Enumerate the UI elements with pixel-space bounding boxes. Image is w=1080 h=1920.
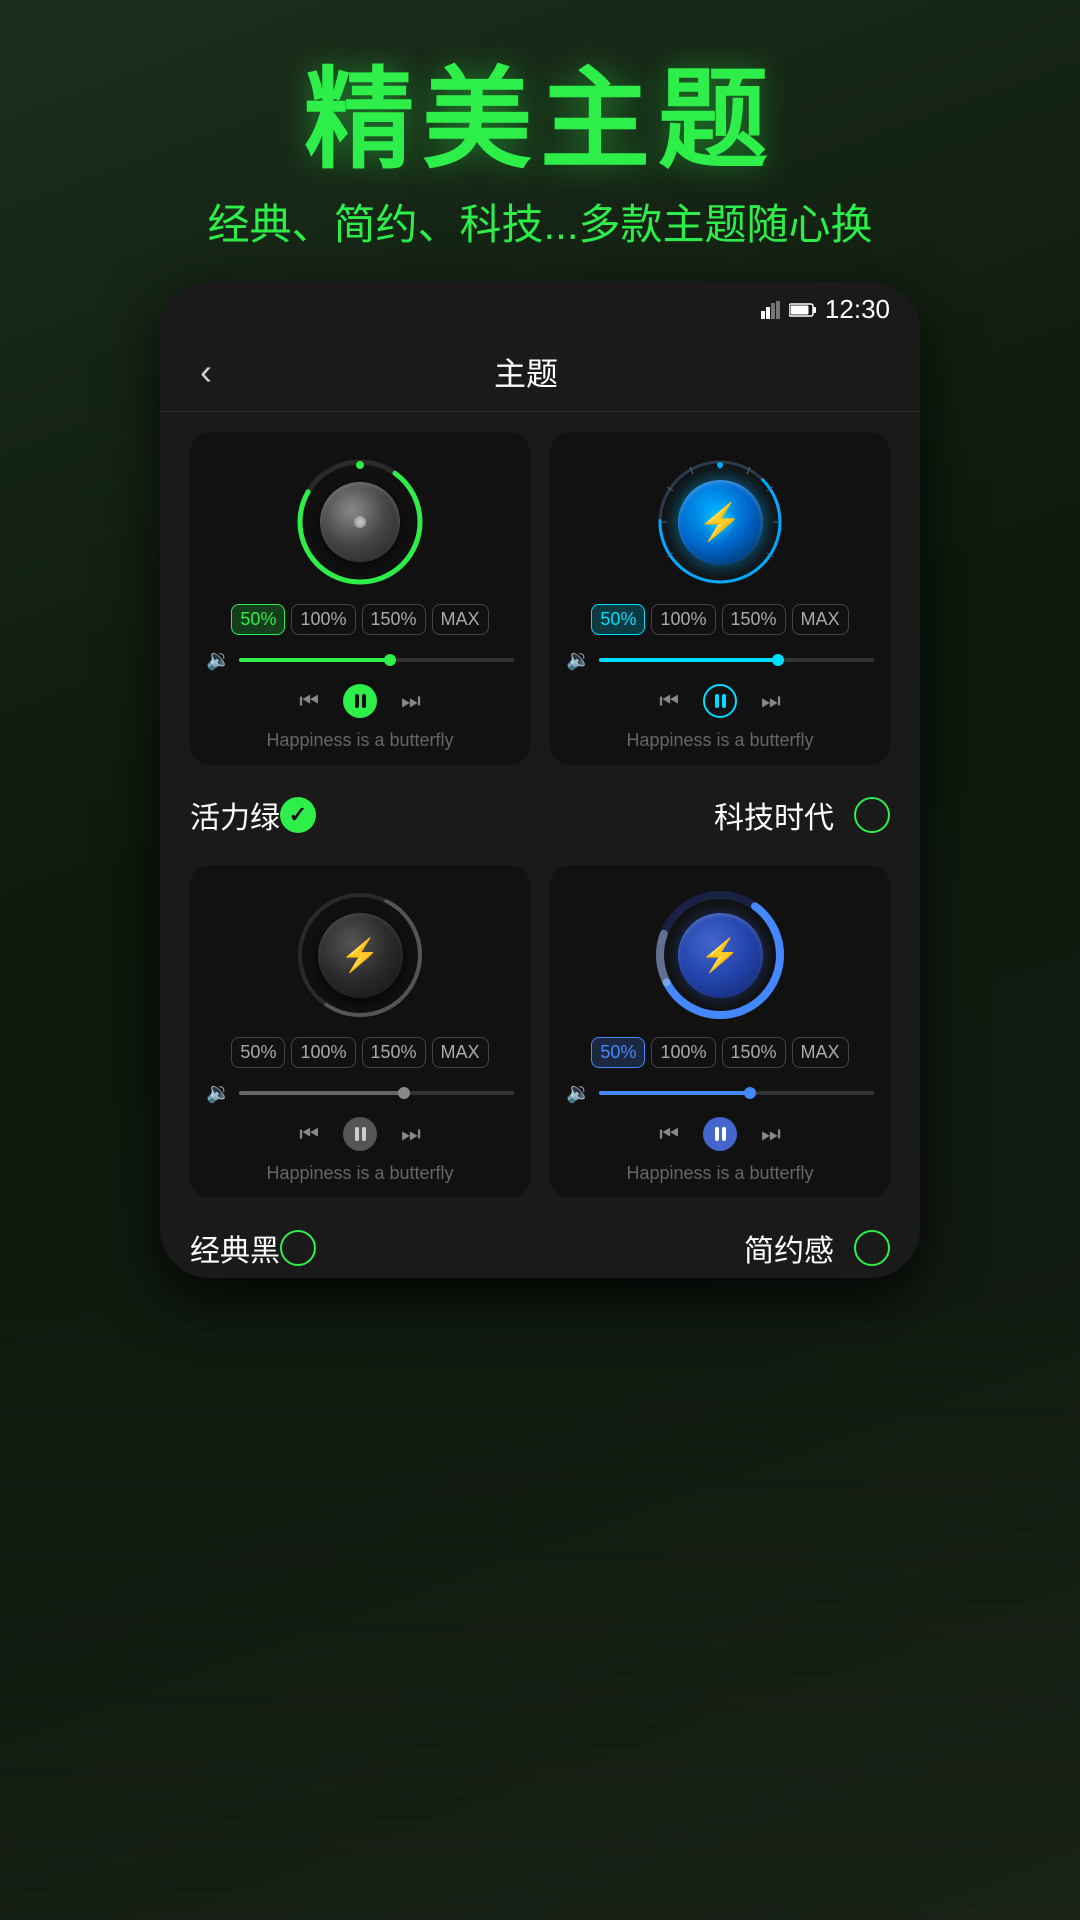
theme-card-blue[interactable]: ⚡ 50% 100% 150% MAX 🔉 ⏮: [550, 865, 890, 1198]
next-btn-gray[interactable]: ⏭: [401, 1121, 421, 1147]
nav-bar: ‹ 主题: [160, 333, 920, 412]
speed-50-cyan[interactable]: 50%: [591, 604, 645, 635]
knob-cyan: ⚡: [650, 452, 790, 592]
battery-icon: [789, 302, 817, 318]
speed-buttons-blue: 50% 100% 150% MAX: [591, 1037, 848, 1068]
status-bar: 12:30: [160, 282, 920, 333]
select-indicator-blue[interactable]: [854, 1230, 890, 1266]
next-btn-green[interactable]: ⏭: [401, 688, 421, 714]
speed-100-gray[interactable]: 100%: [291, 1037, 355, 1068]
speed-50-gray[interactable]: 50%: [231, 1037, 285, 1068]
select-indicator-cyan[interactable]: [854, 797, 890, 833]
vol-thumb-green: [384, 654, 396, 666]
gray-arc-svg: [295, 890, 425, 1020]
status-icons: 12:30: [761, 294, 890, 325]
main-title: 精美主题: [0, 60, 1080, 181]
speed-100-blue[interactable]: 100%: [651, 1037, 715, 1068]
play-btn-blue[interactable]: [703, 1117, 737, 1151]
check-icon: ✓: [289, 802, 307, 828]
speed-150-gray[interactable]: 150%: [362, 1037, 426, 1068]
controls-blue: ⏮ ⏭: [659, 1117, 781, 1151]
vol-fill-green: [239, 658, 390, 662]
vol-track-green[interactable]: [239, 658, 514, 662]
volume-icon-blue: 🔉: [566, 1080, 591, 1105]
controls-gray: ⏮ ⏭: [299, 1117, 421, 1151]
speed-100-cyan[interactable]: 100%: [651, 604, 715, 635]
sub-title: 经典、简约、科技...多款主题随心换: [0, 191, 1080, 252]
vol-thumb-gray: [398, 1087, 410, 1099]
speed-100-green[interactable]: 100%: [291, 604, 355, 635]
speed-max-green[interactable]: MAX: [432, 604, 489, 635]
bg-lines: [0, 1320, 1080, 1920]
volume-icon-green: 🔉: [206, 647, 231, 672]
speed-buttons-green: 50% 100% 150% MAX: [231, 604, 488, 635]
selected-indicator-green[interactable]: ✓: [280, 797, 316, 833]
prev-btn-cyan[interactable]: ⏮: [659, 688, 679, 714]
volume-row-gray: 🔉: [206, 1080, 514, 1105]
speed-150-blue[interactable]: 150%: [722, 1037, 786, 1068]
knob-blue: ⚡: [650, 885, 790, 1025]
theme-name-gray: 经典黑: [190, 1226, 280, 1270]
speed-150-cyan[interactable]: 150%: [722, 604, 786, 635]
controls-green: ⏮ ⏭: [299, 684, 421, 718]
speed-max-cyan[interactable]: MAX: [792, 604, 849, 635]
knob-gray: ⚡: [290, 885, 430, 1025]
vol-track-cyan[interactable]: [599, 658, 874, 662]
song-title-cyan: Happiness is a butterfly: [626, 730, 813, 751]
speed-50-blue[interactable]: 50%: [591, 1037, 645, 1068]
song-title-blue: Happiness is a butterfly: [626, 1163, 813, 1184]
vol-fill-blue: [599, 1091, 750, 1095]
vol-track-blue[interactable]: [599, 1091, 874, 1095]
next-btn-cyan[interactable]: ⏭: [761, 688, 781, 714]
prev-btn-blue[interactable]: ⏮: [659, 1121, 679, 1147]
theme-card-gray[interactable]: ⚡ 50% 100% 150% MAX 🔉 ⏮: [190, 865, 530, 1198]
phone-frame: 12:30 ‹ 主题 50% 100% 150%: [160, 282, 920, 1278]
next-btn-blue[interactable]: ⏭: [761, 1121, 781, 1147]
cyan-arc-svg: [655, 457, 785, 587]
volume-row-cyan: 🔉: [566, 647, 874, 672]
prev-btn-gray[interactable]: ⏮: [299, 1121, 319, 1147]
signal-icon: [761, 301, 781, 319]
speed-max-blue[interactable]: MAX: [792, 1037, 849, 1068]
speed-50-green[interactable]: 50%: [231, 604, 285, 635]
vol-thumb-cyan: [772, 654, 784, 666]
select-indicator-gray[interactable]: [280, 1230, 316, 1266]
vol-fill-gray: [239, 1091, 404, 1095]
green-arc-svg: [295, 457, 425, 587]
themes-grid: 50% 100% 150% MAX 🔉 ⏮: [160, 412, 920, 785]
vol-thumb-blue: [744, 1087, 756, 1099]
nav-title: 主题: [212, 349, 840, 395]
speed-buttons-cyan: 50% 100% 150% MAX: [591, 604, 848, 635]
theme-label-row-2: 经典黑 简约感: [160, 1218, 920, 1278]
song-title-green: Happiness is a butterfly: [266, 730, 453, 751]
header-section: 精美主题 经典、简约、科技...多款主题随心换: [0, 0, 1080, 282]
speed-max-gray[interactable]: MAX: [432, 1037, 489, 1068]
vol-fill-cyan: [599, 658, 778, 662]
volume-row-green: 🔉: [206, 647, 514, 672]
theme-name-cyan: 科技时代: [714, 793, 834, 837]
theme-name-green: 活力绿: [190, 793, 280, 837]
theme-card-cyan[interactable]: ⚡ 50% 100% 150% MAX 🔉 ⏮: [550, 432, 890, 765]
back-button[interactable]: ‹: [200, 351, 212, 393]
themes-grid-2: ⚡ 50% 100% 150% MAX 🔉 ⏮: [160, 845, 920, 1218]
knob-green: [290, 452, 430, 592]
play-btn-gray[interactable]: [343, 1117, 377, 1151]
volume-row-blue: 🔉: [566, 1080, 874, 1105]
theme-card-green[interactable]: 50% 100% 150% MAX 🔉 ⏮: [190, 432, 530, 765]
volume-icon-cyan: 🔉: [566, 647, 591, 672]
blue-arc-svg: [655, 890, 785, 1020]
play-btn-cyan[interactable]: [703, 684, 737, 718]
speed-150-green[interactable]: 150%: [362, 604, 426, 635]
volume-icon-gray: 🔉: [206, 1080, 231, 1105]
vol-track-gray[interactable]: [239, 1091, 514, 1095]
theme-label-row-1: 活力绿 ✓ 科技时代: [160, 785, 920, 845]
controls-cyan: ⏮ ⏭: [659, 684, 781, 718]
prev-btn-green[interactable]: ⏮: [299, 688, 319, 714]
song-title-gray: Happiness is a butterfly: [266, 1163, 453, 1184]
status-time: 12:30: [825, 294, 890, 325]
play-btn-green[interactable]: [343, 684, 377, 718]
theme-name-blue: 简约感: [744, 1226, 834, 1270]
speed-buttons-gray: 50% 100% 150% MAX: [231, 1037, 488, 1068]
